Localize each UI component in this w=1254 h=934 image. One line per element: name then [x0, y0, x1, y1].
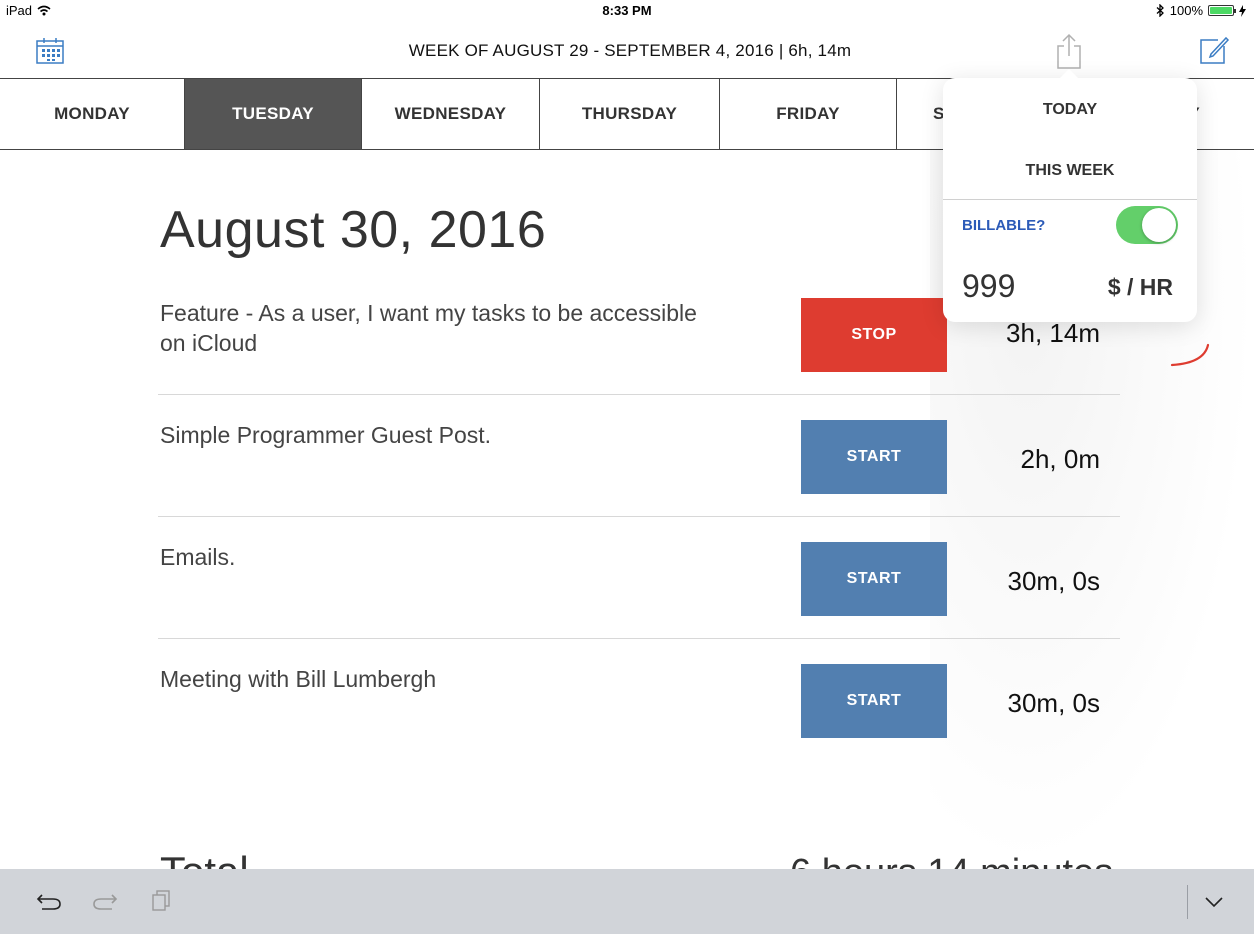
tab-wednesday[interactable]: WEDNESDAY: [362, 79, 540, 149]
compose-icon[interactable]: [1198, 34, 1230, 66]
task-duration: 3h, 14m: [1006, 318, 1100, 348]
share-this-week-option[interactable]: THIS WEEK: [943, 162, 1197, 180]
toolbar-divider: [1187, 885, 1188, 919]
charging-icon: [1239, 4, 1246, 17]
activity-spinner-icon: [1170, 343, 1210, 367]
status-bar: iPad 8:33 PM 100%: [0, 0, 1254, 22]
row-divider: [158, 516, 1120, 517]
tab-thursday[interactable]: THURSDAY: [540, 79, 720, 149]
popover-divider: [943, 199, 1197, 200]
tab-friday[interactable]: FRIDAY: [720, 79, 897, 149]
paste-icon[interactable]: [150, 889, 172, 911]
task-duration: 30m, 0s: [1007, 688, 1101, 718]
undo-icon[interactable]: [36, 891, 62, 911]
task-row: Simple Programmer Guest Post. START 2h, …: [158, 420, 1120, 500]
billable-label: BILLABLE?: [962, 217, 1046, 234]
battery-percent: 100%: [1169, 3, 1203, 18]
start-button[interactable]: START: [801, 664, 947, 738]
task-duration: 30m, 0s: [1007, 566, 1101, 596]
date-title: August 30, 2016: [160, 201, 547, 259]
bluetooth-icon: [1156, 4, 1164, 17]
share-popover: TODAY THIS WEEK BILLABLE? 999 $ / HR: [943, 69, 1197, 322]
keyboard-shortcut-bar: [0, 869, 1254, 934]
chevron-down-icon[interactable]: [1204, 896, 1224, 908]
start-button[interactable]: START: [801, 542, 947, 616]
row-divider: [158, 638, 1120, 639]
redo-icon[interactable]: [92, 891, 118, 911]
hourly-rate-field[interactable]: 999: [962, 268, 1015, 305]
stop-button[interactable]: STOP: [801, 298, 947, 372]
task-duration: 2h, 0m: [1020, 444, 1101, 474]
tab-tuesday[interactable]: TUESDAY: [185, 79, 362, 149]
row-divider: [158, 394, 1120, 395]
billable-toggle[interactable]: [1116, 206, 1178, 244]
battery-icon: [1208, 5, 1236, 16]
tab-monday[interactable]: MONDAY: [0, 79, 185, 149]
task-name: Feature - As a user, I want my tasks to …: [160, 300, 697, 356]
task-row: Meeting with Bill Lumbergh START 30m, 0s: [158, 664, 1120, 744]
share-today-option[interactable]: TODAY: [943, 101, 1197, 119]
task-name: Emails.: [160, 544, 236, 570]
rate-unit-label: $ / HR: [1107, 274, 1173, 300]
start-button[interactable]: START: [801, 420, 947, 494]
task-row: Emails. START 30m, 0s: [158, 542, 1120, 622]
clock: 8:33 PM: [602, 3, 652, 18]
toggle-knob: [1142, 208, 1176, 242]
share-icon[interactable]: [1054, 32, 1084, 70]
task-name: Simple Programmer Guest Post.: [160, 422, 492, 448]
task-name: Meeting with Bill Lumbergh: [160, 666, 437, 692]
